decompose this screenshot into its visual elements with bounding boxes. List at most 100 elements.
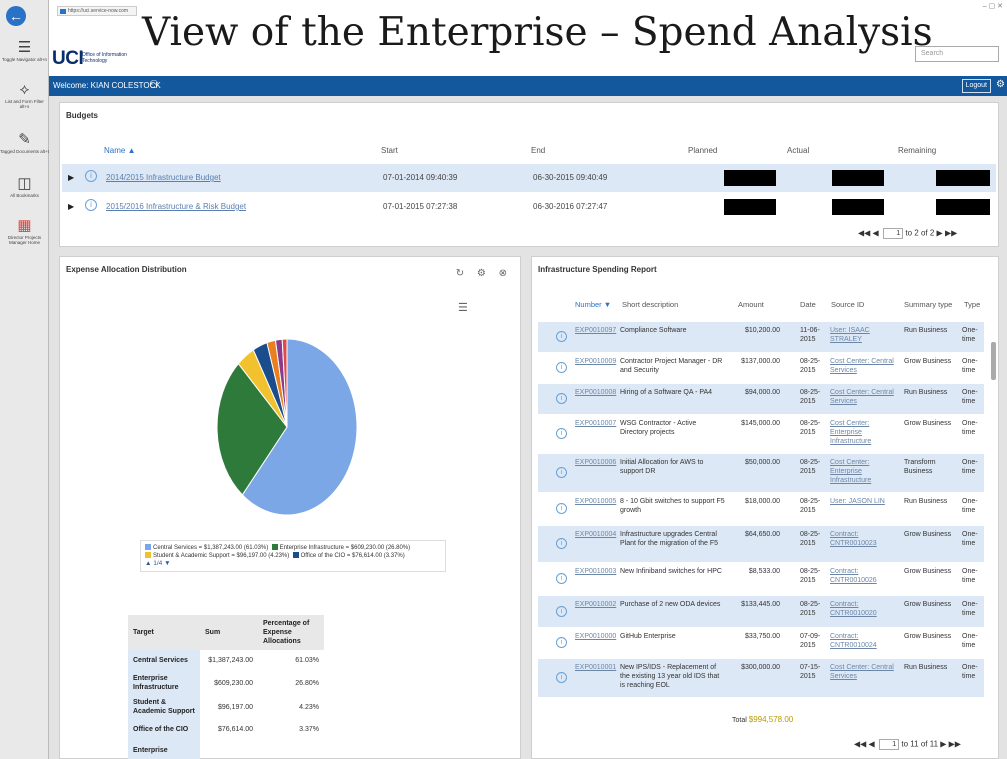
table-row[interactable]: ▶ i 2014/2015 Infrastructure Budget 07-0… — [62, 164, 996, 192]
table-row[interactable]: i EXP0010008 Hiring of a Software QA - PA4… — [538, 384, 984, 414]
rail-list-filter[interactable]: ⟡ List and Form Filter alt+s — [0, 82, 49, 110]
legend-pager[interactable]: ▲ 1/4 ▼ — [145, 560, 441, 568]
col-number[interactable]: Number ▼ — [575, 300, 611, 309]
prev-page-icon[interactable]: ◀ — [873, 229, 879, 238]
scrollbar[interactable] — [991, 342, 996, 380]
rail-tagged-documents[interactable]: ✎ Tagged Documents alt+t — [0, 132, 49, 155]
col-source[interactable]: Source ID — [831, 300, 864, 309]
col-end[interactable]: End — [531, 146, 545, 155]
last-page-icon[interactable]: ▶▶ — [949, 740, 961, 749]
table-row[interactable]: i EXP0010005 8 - 10 Gbit switches to suppo… — [538, 493, 984, 525]
spending-id-link[interactable]: EXP0010001 — [575, 663, 616, 672]
budget-name-link[interactable]: 2015/2016 Infrastructure & Risk Budget — [106, 202, 246, 211]
spending-source-link[interactable]: Contract: CNTR0010026 — [830, 567, 900, 585]
info-icon[interactable]: i — [556, 331, 567, 342]
rail-director-home[interactable]: ▦ Director Projects Manager Home — [0, 218, 49, 246]
spending-id-link[interactable]: EXP0010007 — [575, 419, 616, 428]
expand-icon[interactable]: ▶ — [68, 173, 74, 182]
info-icon[interactable]: i — [556, 362, 567, 373]
page-input[interactable]: 1 — [883, 228, 904, 239]
col-amount[interactable]: Amount — [738, 300, 764, 309]
spending-date: 08-25-2015 — [800, 389, 821, 405]
spending-source-link[interactable]: Contract: CNTR0010024 — [830, 632, 900, 650]
table-row[interactable]: i EXP0010004 Infrastructure upgrades Centr… — [538, 526, 984, 562]
spending-date: 11-06-2015 — [800, 327, 820, 343]
spending-id-link[interactable]: EXP0010005 — [575, 497, 616, 506]
info-icon[interactable]: i — [556, 672, 567, 683]
legend-item[interactable]: Enterprise Infrastructure = $609,230.00 … — [280, 545, 411, 551]
spending-source-link[interactable]: User: JASON LIN — [830, 497, 900, 506]
spending-id-link[interactable]: EXP0010006 — [575, 458, 616, 467]
rail-bookmarks[interactable]: ◫ All Bookmarks — [0, 176, 49, 199]
table-row[interactable]: i EXP0010006 Initial Allocation for AWS to… — [538, 454, 984, 492]
spending-id-link[interactable]: EXP0010004 — [575, 530, 616, 539]
info-icon[interactable]: i — [556, 637, 567, 648]
info-icon[interactable]: i — [85, 199, 97, 211]
col-name[interactable]: Name ▲ — [104, 146, 135, 155]
expand-icon[interactable]: ▶ — [68, 202, 74, 211]
col-actual[interactable]: Actual — [787, 146, 809, 155]
spending-summary-type: Run Business — [904, 498, 948, 505]
next-page-icon[interactable]: ▶ — [940, 740, 946, 749]
spending-source-link[interactable]: Contract: CNTR0010023 — [830, 530, 900, 548]
col-planned[interactable]: Planned — [688, 146, 717, 155]
legend-item[interactable]: Student & Academic Support = $96,197.00 … — [153, 553, 289, 559]
col-start[interactable]: Start — [381, 146, 398, 155]
spending-type: One-time — [962, 389, 978, 405]
spending-source-link[interactable]: Cost Center: Enterprise Infrastructure — [830, 458, 900, 485]
table-row[interactable]: i EXP0010007 WSG Contractor - Active Direc… — [538, 415, 984, 453]
address-bar[interactable]: https://uci.service-now.com — [57, 6, 137, 16]
budget-name-link[interactable]: 2014/2015 Infrastructure Budget — [106, 173, 221, 182]
info-icon[interactable]: i — [556, 573, 567, 584]
info-icon[interactable]: i — [556, 393, 567, 404]
col-type[interactable]: Type — [964, 300, 980, 309]
first-page-icon[interactable]: ◀◀ — [854, 740, 866, 749]
rail-toggle-navigator[interactable]: ☰ Toggle Navigator alt+n — [0, 40, 49, 63]
table-row[interactable]: i EXP0010097 Compliance Software $10,200.00… — [538, 322, 984, 352]
info-icon[interactable]: i — [556, 428, 567, 439]
spending-source-link[interactable]: Cost Center: Central Services — [830, 357, 900, 375]
spending-source-link[interactable]: Cost Center: Central Services — [830, 663, 900, 681]
table-row[interactable]: i EXP0010003 New Infiniband switches for H… — [538, 563, 984, 595]
window-controls[interactable]: – ▢ ✕ — [983, 2, 1003, 10]
spending-id-link[interactable]: EXP0010000 — [575, 632, 616, 641]
info-icon[interactable]: i — [556, 538, 567, 549]
col-remaining[interactable]: Remaining — [898, 146, 936, 155]
info-icon[interactable]: i — [85, 170, 97, 182]
back-icon[interactable]: ← — [6, 6, 26, 26]
user-icon[interactable]: ⚇ — [149, 78, 159, 91]
legend-item[interactable]: Office of the CIO = $76,614.00 (3.37%) — [301, 553, 405, 559]
gear-icon[interactable]: ⚙ — [996, 79, 1005, 90]
col-summary[interactable]: Summary type — [904, 300, 952, 309]
spending-id-link[interactable]: EXP0010008 — [575, 388, 616, 397]
col-description[interactable]: Short description — [622, 300, 678, 309]
page-input[interactable]: 1 — [879, 739, 900, 750]
last-page-icon[interactable]: ▶▶ — [945, 229, 957, 238]
spending-source-link[interactable]: Cost Center: Central Services — [830, 388, 900, 406]
spending-source-link[interactable]: Contract: CNTR0010020 — [830, 600, 900, 618]
next-page-icon[interactable]: ▶ — [937, 229, 943, 238]
table-row[interactable]: i EXP0010000 GitHub Enterprise $33,750.00 07… — [538, 628, 984, 658]
prev-page-icon[interactable]: ◀ — [869, 740, 875, 749]
table-row[interactable]: i EXP0010001 New IPS/IDS - Replacement of … — [538, 659, 984, 697]
info-icon[interactable]: i — [556, 503, 567, 514]
rail-label: Director Projects Manager Home — [7, 235, 42, 245]
table-row[interactable]: i EXP0010009 Contractor Project Manager - … — [538, 353, 984, 383]
table-row[interactable]: ▶ i 2015/2016 Infrastructure & Risk Budg… — [62, 193, 996, 221]
spending-id-link[interactable]: EXP0010002 — [575, 600, 616, 609]
col-date[interactable]: Date — [800, 300, 816, 309]
legend-item[interactable]: Central Services = $1,387,243.00 (61.03%… — [153, 545, 268, 551]
info-icon[interactable]: i — [556, 467, 567, 478]
target-cell: Central Services — [128, 650, 200, 671]
spending-id-link[interactable]: EXP0010009 — [575, 357, 616, 366]
first-page-icon[interactable]: ◀◀ — [858, 229, 870, 238]
spending-id-link[interactable]: EXP0010097 — [575, 326, 616, 335]
info-icon[interactable]: i — [556, 605, 567, 617]
spending-id-link[interactable]: EXP0010003 — [575, 567, 616, 576]
widget-tools[interactable]: ↻ ⚙ ⊗ — [456, 268, 512, 279]
spending-source-link[interactable]: Cost Center: Enterprise Infrastructure — [830, 419, 900, 446]
spending-source-link[interactable]: User: ISAAC STRALEY — [830, 326, 900, 344]
logout-button[interactable]: Logout — [961, 79, 991, 93]
table-row[interactable]: i EXP0010002 Purchase of 2 new ODA devices… — [538, 596, 984, 627]
chart-menu-icon[interactable]: ☰ — [458, 301, 468, 314]
